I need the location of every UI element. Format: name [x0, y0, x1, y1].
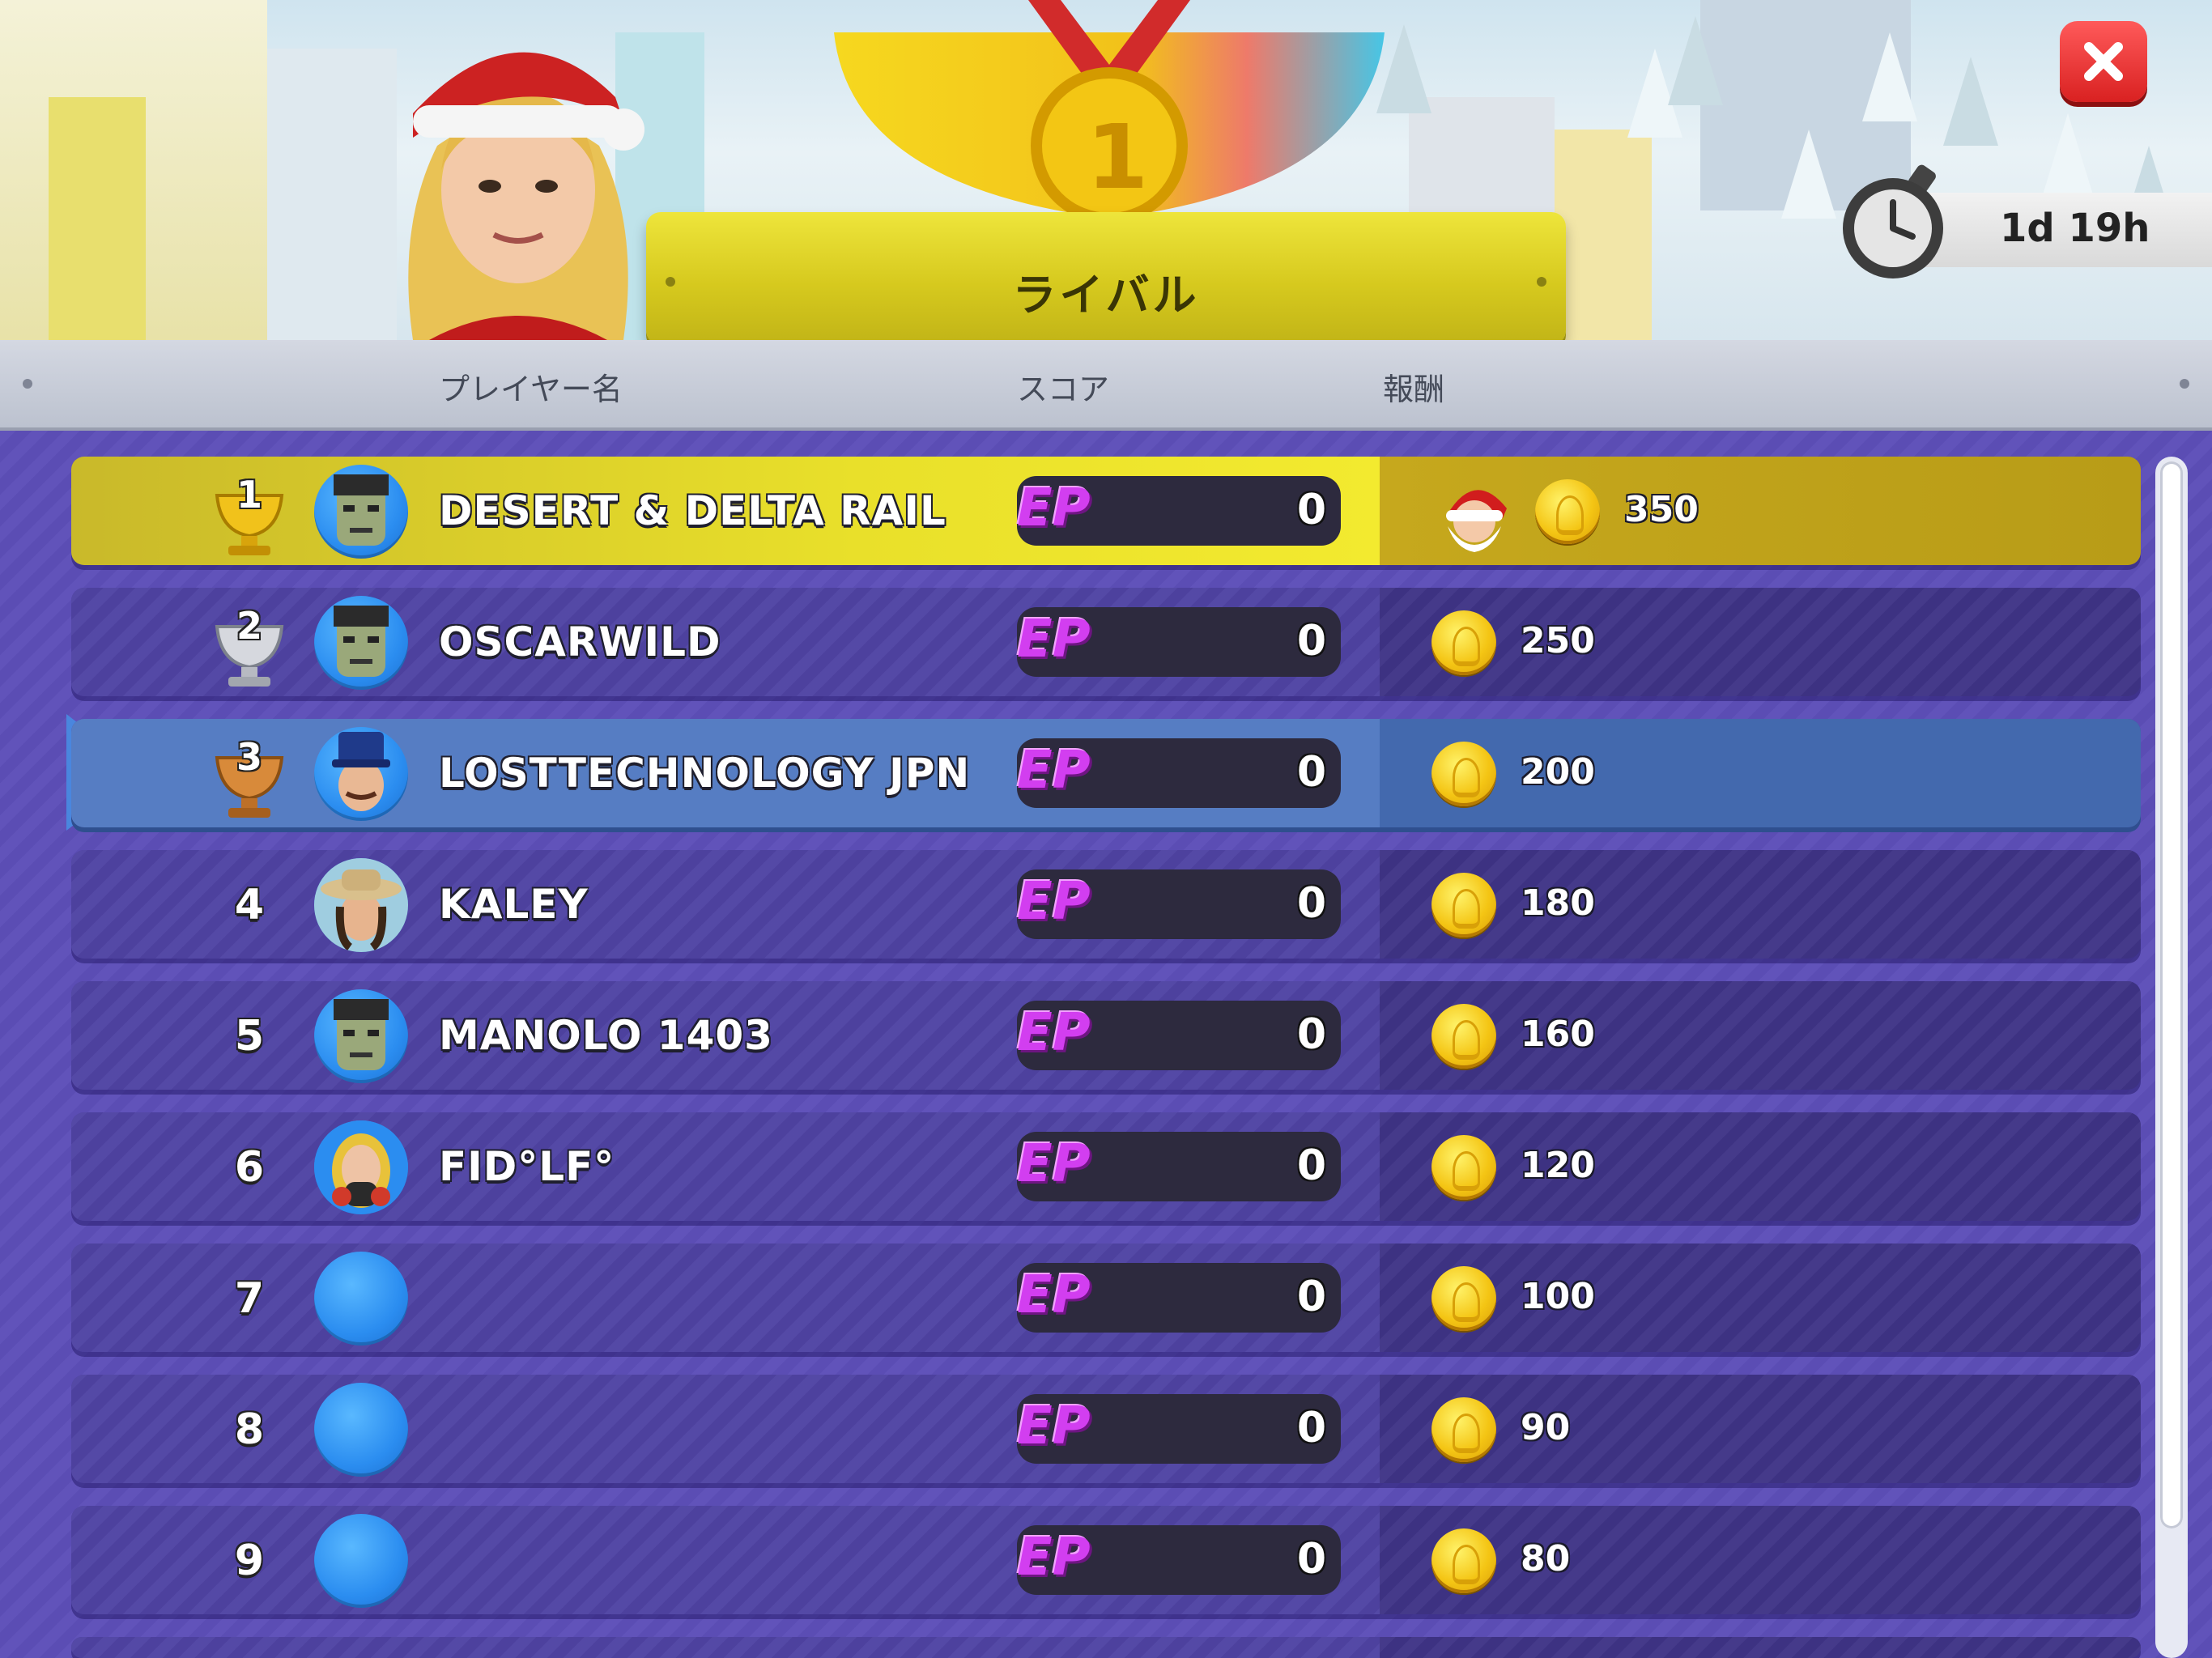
- leaderboard-row[interactable]: 6 FID°LF° EP 0 120: [71, 1112, 2141, 1221]
- player-name: KALEY: [439, 881, 589, 928]
- scrollbar-thumb[interactable]: [2160, 461, 2183, 1528]
- ep-icon: EP: [1017, 478, 1091, 538]
- column-player-name: プレイヤー名: [439, 372, 623, 407]
- player-score: 0: [1296, 1404, 1326, 1452]
- player-score: 0: [1296, 617, 1326, 665]
- snow-tree: [1668, 16, 1723, 105]
- ep-icon: EP: [1017, 1528, 1091, 1588]
- player-score: 0: [1296, 1141, 1326, 1190]
- leaderboard-row[interactable]: 7 EP 0 100: [71, 1244, 2141, 1352]
- close-icon: [2084, 42, 2123, 81]
- ep-icon: EP: [1017, 1134, 1091, 1194]
- background-building: [49, 97, 146, 340]
- page-title: ライバル: [1012, 270, 1200, 321]
- row-player-section: [71, 1637, 1380, 1658]
- coin-icon: [1431, 1004, 1496, 1069]
- snow-tree: [1781, 130, 1836, 219]
- player-name: DESERT & DELTA RAIL: [439, 487, 946, 534]
- reward-amount: 120: [1521, 1145, 1595, 1186]
- player-avatar: [314, 465, 408, 559]
- rank-number: 7: [234, 1274, 265, 1323]
- leaderboard-row-current-player[interactable]: 3 LOSTTECHNOLOGY JPN EP 0 200: [71, 719, 2141, 827]
- bronze-trophy-icon: 3: [209, 735, 290, 819]
- coin-icon: [1535, 479, 1600, 544]
- gold-trophy-icon: 1: [209, 473, 290, 557]
- player-avatar-placeholder: [314, 1252, 408, 1346]
- rank-number: 5: [234, 1012, 265, 1061]
- trophy-place-number: 1: [1086, 105, 1149, 209]
- rank-number: 9: [234, 1537, 265, 1585]
- leaderboard-row[interactable]: 8 EP 0 90: [71, 1375, 2141, 1483]
- coin-icon: [1431, 1397, 1496, 1462]
- reward-amount: 350: [1624, 489, 1699, 530]
- player-score: 0: [1296, 1010, 1326, 1059]
- leaderboard-row[interactable]: 4 KALEY EP 0 180: [71, 850, 2141, 959]
- coin-icon: [1431, 1266, 1496, 1331]
- reward-amount: 200: [1521, 751, 1595, 793]
- ep-icon: EP: [1017, 741, 1091, 801]
- coin-icon: [1431, 610, 1496, 675]
- column-reward: 報酬: [1383, 372, 1445, 407]
- silver-trophy-icon: 2: [209, 604, 290, 688]
- player-avatar: [314, 1120, 408, 1214]
- player-avatar: [314, 596, 408, 690]
- rank-number: 8: [234, 1405, 265, 1454]
- close-button[interactable]: [2060, 21, 2147, 102]
- player-score: 0: [1296, 879, 1326, 928]
- leaderboard-row[interactable]: 1 DESERT & DELTA RAIL EP 0 350: [71, 457, 2141, 565]
- character-portrait: [408, 52, 644, 340]
- leaderboard-row[interactable]: 2 OSCARWILD EP 0 250: [71, 588, 2141, 696]
- stopwatch-icon: [1843, 164, 1943, 278]
- leaderboard-row-partial[interactable]: [71, 1637, 2141, 1658]
- ep-icon: EP: [1017, 610, 1091, 670]
- reward-amount: 250: [1521, 620, 1595, 661]
- player-name: MANOLO 1403: [439, 1012, 773, 1059]
- reward-amount: 90: [1521, 1407, 1571, 1448]
- coin-icon: [1431, 873, 1496, 937]
- player-avatar-placeholder: [314, 1383, 408, 1477]
- rank-number: 6: [234, 1143, 265, 1192]
- player-name: OSCARWILD: [439, 619, 721, 665]
- row-reward-section: [1380, 1637, 2141, 1658]
- ep-icon: EP: [1017, 1397, 1091, 1456]
- column-score: スコア: [1017, 372, 1110, 407]
- player-avatar: [314, 727, 408, 821]
- ep-icon: EP: [1017, 1265, 1091, 1325]
- column-header-bar: プレイヤー名 スコア 報酬: [0, 340, 2212, 431]
- background-building: [267, 49, 397, 340]
- player-score: 0: [1296, 1535, 1326, 1584]
- player-avatar-placeholder: [314, 1514, 408, 1608]
- player-score: 0: [1296, 486, 1326, 534]
- rank-number: 4: [234, 881, 265, 929]
- player-score: 0: [1296, 748, 1326, 797]
- reward-amount: 100: [1521, 1276, 1595, 1317]
- leaderboard-row[interactable]: 9 EP 0 80: [71, 1506, 2141, 1614]
- ep-icon: EP: [1017, 872, 1091, 932]
- coin-icon: [1431, 1528, 1496, 1593]
- snow-tree: [1862, 32, 1917, 121]
- title-banner: ライバル: [646, 212, 1566, 345]
- player-name: FID°LF°: [439, 1143, 615, 1190]
- reward-amount: 80: [1521, 1538, 1571, 1579]
- snow-tree: [2040, 113, 2095, 202]
- snow-tree: [1943, 57, 1998, 146]
- player-avatar: [314, 989, 408, 1083]
- santa-icon: [1446, 490, 1507, 552]
- header-rivet: [2180, 379, 2189, 389]
- event-timer: 1d 19h: [2000, 206, 2150, 251]
- ep-icon: EP: [1017, 1003, 1091, 1063]
- leaderboard-row[interactable]: 5 MANOLO 1403 EP 0 160: [71, 981, 2141, 1090]
- header-rivet: [23, 379, 32, 389]
- player-score: 0: [1296, 1273, 1326, 1321]
- coin-icon: [1431, 742, 1496, 806]
- player-name: LOSTTECHNOLOGY JPN: [439, 750, 971, 797]
- coin-icon: [1431, 1135, 1496, 1200]
- reward-amount: 160: [1521, 1014, 1595, 1055]
- player-avatar: [314, 858, 408, 952]
- reward-amount: 180: [1521, 882, 1595, 924]
